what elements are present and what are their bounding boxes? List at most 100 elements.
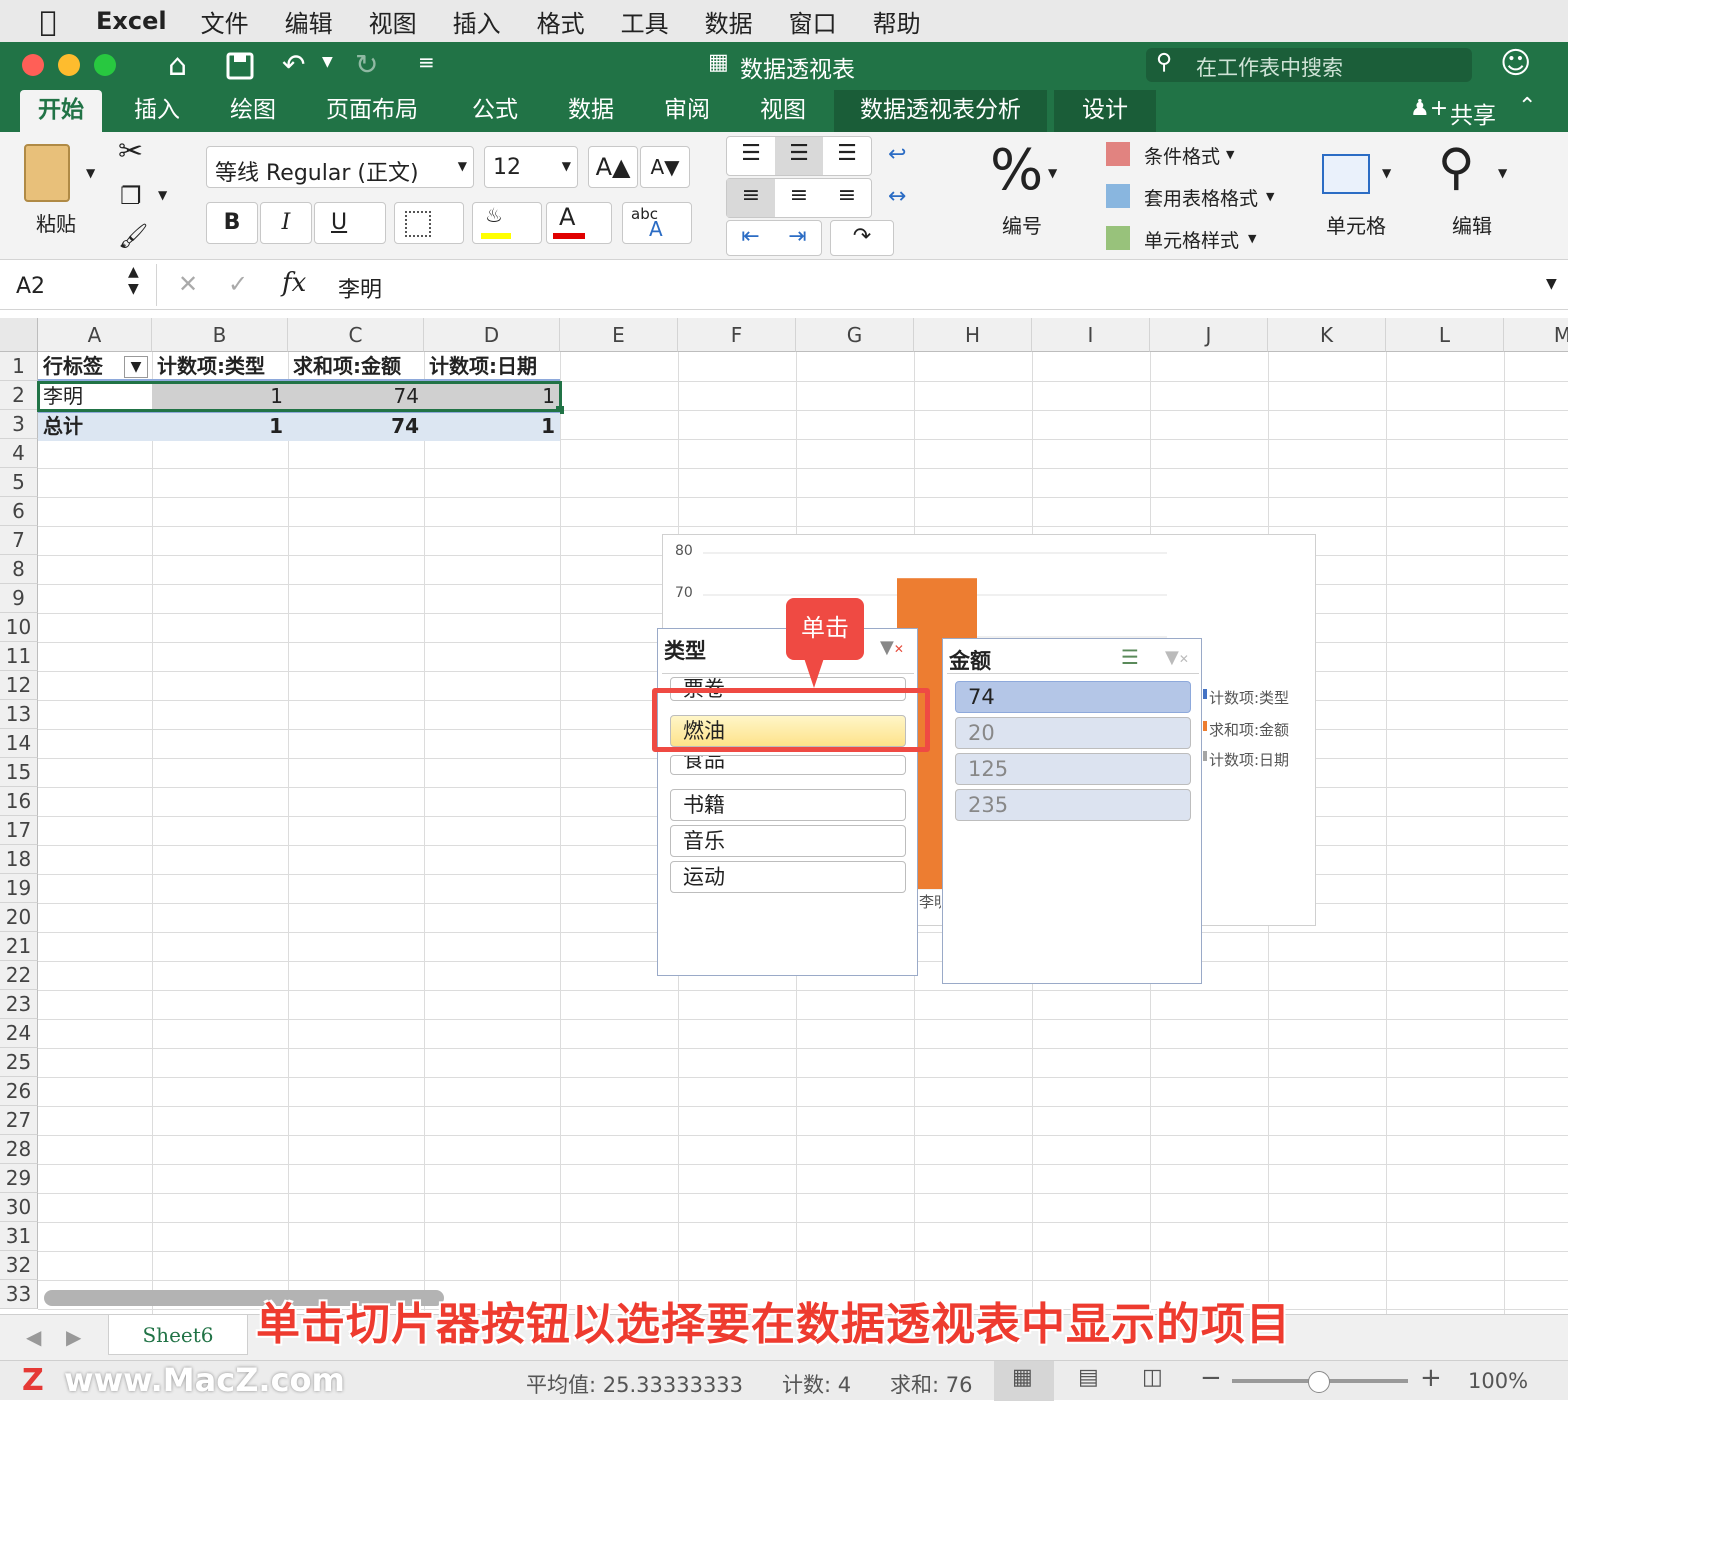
row-header-12[interactable]: 12 <box>0 671 38 700</box>
select-all-corner[interactable] <box>0 318 38 352</box>
row-header-19[interactable]: 19 <box>0 874 38 903</box>
tab-home[interactable]: 开始 <box>20 90 102 132</box>
column-header-f[interactable]: F <box>678 318 796 352</box>
column-header-c[interactable]: C <box>288 318 424 352</box>
row-header-13[interactable]: 13 <box>0 700 38 729</box>
column-header-m[interactable]: M <box>1504 318 1568 352</box>
worksheet-grid[interactable]: ABCDEFGHIJKLM 1 2 3 4 5 6 7 8 9 10 11 12 13 14 15 16 17 1… <box>0 318 1568 1314</box>
slicer-amount-item-3[interactable]: 235 <box>955 789 1191 821</box>
copy-icon[interactable]: ❐ <box>120 182 142 210</box>
cells-icon[interactable] <box>1322 154 1370 194</box>
undo-icon[interactable]: ↶ <box>282 48 305 81</box>
row-header-5[interactable]: 5 <box>0 468 38 497</box>
tab-design[interactable]: 设计 <box>1054 90 1156 132</box>
slicer-amount-item-2[interactable]: 125 <box>955 753 1191 785</box>
align-right-button[interactable]: ≡ <box>823 179 871 217</box>
edit-dropdown-icon[interactable]: ▼ <box>1498 166 1507 180</box>
sheet-tab-sheet6[interactable]: Sheet6 <box>108 1315 248 1355</box>
cell-style-button[interactable]: 单元格样式 <box>1144 226 1239 253</box>
row-header-16[interactable]: 16 <box>0 787 38 816</box>
merge-center-icon[interactable]: ↔ <box>888 184 906 209</box>
tab-data[interactable]: 数据 <box>550 90 632 132</box>
prev-sheet-icon[interactable]: ◀ <box>26 1325 41 1349</box>
row-header-8[interactable]: 8 <box>0 555 38 584</box>
feedback-smiley-icon[interactable]: ☺ <box>1500 46 1531 81</box>
formula-input[interactable]: 李明 <box>338 272 382 304</box>
percent-icon[interactable]: % <box>990 138 1043 203</box>
row-header-32[interactable]: 32 <box>0 1251 38 1280</box>
row-header-28[interactable]: 28 <box>0 1135 38 1164</box>
menu-data[interactable]: 数据 <box>705 4 753 39</box>
column-header-j[interactable]: J <box>1150 318 1268 352</box>
menu-tools[interactable]: 工具 <box>621 4 669 39</box>
row-header-4[interactable]: 4 <box>0 439 38 468</box>
row-header-26[interactable]: 26 <box>0 1077 38 1106</box>
pivot-total-count-date[interactable]: 1 <box>424 412 560 441</box>
next-sheet-icon[interactable]: ▶ <box>66 1325 81 1349</box>
row-header-11[interactable]: 11 <box>0 642 38 671</box>
align-left-button[interactable]: ≡ <box>727 179 775 217</box>
normal-view-button[interactable]: ▦ <box>994 1361 1054 1401</box>
menu-window[interactable]: 窗口 <box>789 4 837 39</box>
conditional-format-dropdown-icon[interactable]: ▼ <box>1226 148 1234 161</box>
share-button[interactable]: 共享 <box>1450 96 1496 130</box>
pivot-total-sum-amount[interactable]: 74 <box>288 412 424 441</box>
bold-button[interactable]: B <box>206 202 258 244</box>
wrap-text-icon[interactable]: ↩ <box>888 142 906 167</box>
row-header-20[interactable]: 20 <box>0 903 38 932</box>
pivot-header-sum-amount[interactable]: 求和项:金额 <box>288 352 424 381</box>
align-top-button[interactable]: ☰ <box>727 137 775 175</box>
app-menu[interactable]: Excel <box>96 7 167 35</box>
cell-style-dropdown-icon[interactable]: ▼ <box>1248 232 1256 245</box>
orientation-button[interactable]: ↷ <box>830 220 894 256</box>
slicer-amount-item-0[interactable]: 74 <box>955 681 1191 713</box>
column-header-b[interactable]: B <box>152 318 288 352</box>
pivot-header-count-date[interactable]: 计数项:日期 <box>424 352 560 381</box>
menu-help[interactable]: 帮助 <box>873 4 921 39</box>
name-box-stepper-icon[interactable]: ▲ ▼ <box>128 264 139 298</box>
collapse-ribbon-icon[interactable]: ⌃ <box>1518 94 1536 119</box>
table-format-button[interactable]: 套用表格格式 <box>1144 184 1258 211</box>
conditional-format-button[interactable]: 条件格式 <box>1144 142 1220 169</box>
share-person-icon[interactable]: ♟+ <box>1410 96 1448 121</box>
slicer-type-item-5[interactable]: 运动 <box>670 861 906 893</box>
apple-icon[interactable]:  <box>0 5 96 38</box>
format-painter-icon[interactable]: 🖌 <box>118 222 148 250</box>
menu-format[interactable]: 格式 <box>537 4 585 39</box>
row-header-3[interactable]: 3 <box>0 410 38 439</box>
column-header-g[interactable]: G <box>796 318 914 352</box>
table-format-dropdown-icon[interactable]: ▼ <box>1266 190 1274 203</box>
confirm-entry-icon[interactable]: ✓ <box>228 270 248 298</box>
zoom-window-button[interactable] <box>94 54 116 76</box>
slicer-type-item-3[interactable]: 书籍 <box>670 789 906 821</box>
row-header-29[interactable]: 29 <box>0 1164 38 1193</box>
increase-indent-button[interactable]: ⇥ <box>774 221 821 255</box>
close-window-button[interactable] <box>22 54 44 76</box>
italic-button[interactable]: I <box>260 202 312 244</box>
tab-page-layout[interactable]: 页面布局 <box>308 90 436 132</box>
font-name-select[interactable]: 等线 Regular (正文) ▼ <box>206 146 474 188</box>
row-header-24[interactable]: 24 <box>0 1019 38 1048</box>
paste-icon[interactable] <box>24 144 70 202</box>
pivot-total-count-type[interactable]: 1 <box>152 412 288 441</box>
row-header-27[interactable]: 27 <box>0 1106 38 1135</box>
increase-font-size-button[interactable]: A▲ <box>588 146 638 188</box>
page-break-view-icon[interactable]: ◫ <box>1142 1365 1163 1390</box>
row-header-7[interactable]: 7 <box>0 526 38 555</box>
find-magnifier-icon[interactable]: ⚲ <box>1438 138 1475 196</box>
name-box[interactable]: A2 <box>16 274 45 299</box>
borders-button[interactable] <box>394 202 464 244</box>
copy-dropdown-icon[interactable]: ▼ <box>158 188 167 202</box>
expand-formula-icon[interactable]: ▼ <box>1546 276 1557 292</box>
fill-color-button[interactable]: ♨ <box>472 202 542 244</box>
row-header-23[interactable]: 23 <box>0 990 38 1019</box>
slicer-amount-item-1[interactable]: 20 <box>955 717 1191 749</box>
page-layout-view-icon[interactable]: ▤ <box>1078 1365 1099 1390</box>
decrease-indent-button[interactable]: ⇤ <box>727 221 774 255</box>
row-header-18[interactable]: 18 <box>0 845 38 874</box>
row-header-14[interactable]: 14 <box>0 729 38 758</box>
pivot-total-label[interactable]: 总计 <box>38 412 152 441</box>
slicer-type-item-4[interactable]: 音乐 <box>670 825 906 857</box>
cancel-entry-icon[interactable]: ✕ <box>178 270 198 298</box>
row-header-21[interactable]: 21 <box>0 932 38 961</box>
